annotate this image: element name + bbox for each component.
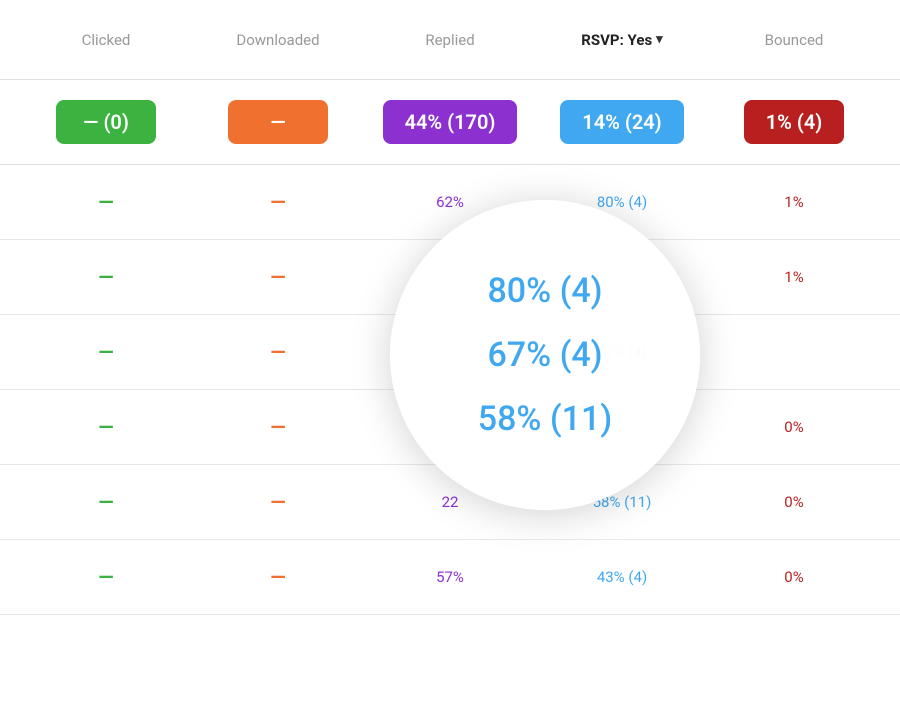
table-row: —— 67% (4) — [0, 315, 900, 390]
cell-rsvp-2: 67% (4) — [536, 343, 708, 361]
cell-bounced-0: 1% — [708, 193, 880, 211]
cell-clicked-0: — — [20, 190, 192, 214]
header-bounced: Bounced — [708, 31, 880, 49]
cell-downloaded-5: — — [192, 565, 364, 589]
cell-replied-4: 22 — [364, 493, 536, 511]
table-row: —— 1% — [0, 240, 900, 315]
rsvp-badge: 14% (24) — [560, 100, 683, 144]
cell-rsvp-4: 58% (11) — [536, 493, 708, 511]
cell-clicked-2: — — [20, 340, 192, 364]
cell-bounced-3: 0% — [708, 418, 880, 436]
downloaded-badge: — — [228, 100, 328, 144]
cell-replied-0: 62% — [364, 193, 536, 211]
cell-downloaded-4: — — [192, 490, 364, 514]
bounced-badge: 1% (4) — [744, 100, 845, 144]
summary-bounced: 1% (4) — [708, 100, 880, 144]
replied-badge: 44% (170) — [383, 100, 518, 144]
summary-rsvp: 14% (24) — [536, 100, 708, 144]
cell-rsvp-5: 43% (4) — [536, 568, 708, 586]
header-rsvp[interactable]: RSVP: Yes ▾ — [536, 31, 708, 49]
summary-replied: 44% (170) — [364, 100, 536, 144]
cell-bounced-5: 0% — [708, 568, 880, 586]
header-clicked: Clicked — [20, 31, 192, 49]
header-replied: Replied — [364, 31, 536, 49]
cell-bounced-1: 1% — [708, 268, 880, 286]
chevron-down-icon: ▾ — [656, 32, 663, 47]
header-row: Clicked Downloaded Replied RSVP: Yes ▾ B… — [0, 0, 900, 80]
cell-clicked-4: — — [20, 490, 192, 514]
cell-clicked-1: — — [20, 265, 192, 289]
cell-rsvp-0: 80% (4) — [536, 193, 708, 211]
cell-downloaded-0: — — [192, 190, 364, 214]
stats-table: Clicked Downloaded Replied RSVP: Yes ▾ B… — [0, 0, 900, 615]
cell-replied-5: 57% — [364, 568, 536, 586]
cell-clicked-3: — — [20, 415, 192, 439]
cell-downloaded-2: — — [192, 340, 364, 364]
cell-downloaded-1: — — [192, 265, 364, 289]
data-rows-container: ——62%80% (4)1%——1%——67% (4)——0%——2258% (… — [0, 165, 900, 615]
summary-downloaded: — — [192, 100, 364, 144]
summary-row: — (0) — 44% (170) 14% (24) 1% (4) — [0, 80, 900, 165]
cell-bounced-4: 0% — [708, 493, 880, 511]
cell-downloaded-3: — — [192, 415, 364, 439]
header-downloaded: Downloaded — [192, 31, 364, 49]
table-row: ——57%43% (4)0% — [0, 540, 900, 615]
table-row: ——62%80% (4)1% — [0, 165, 900, 240]
summary-clicked: — (0) — [20, 100, 192, 144]
table-row: ——2258% (11)0% — [0, 465, 900, 540]
clicked-badge: — (0) — [56, 100, 156, 144]
cell-clicked-5: — — [20, 565, 192, 589]
table-row: —— 0% — [0, 390, 900, 465]
